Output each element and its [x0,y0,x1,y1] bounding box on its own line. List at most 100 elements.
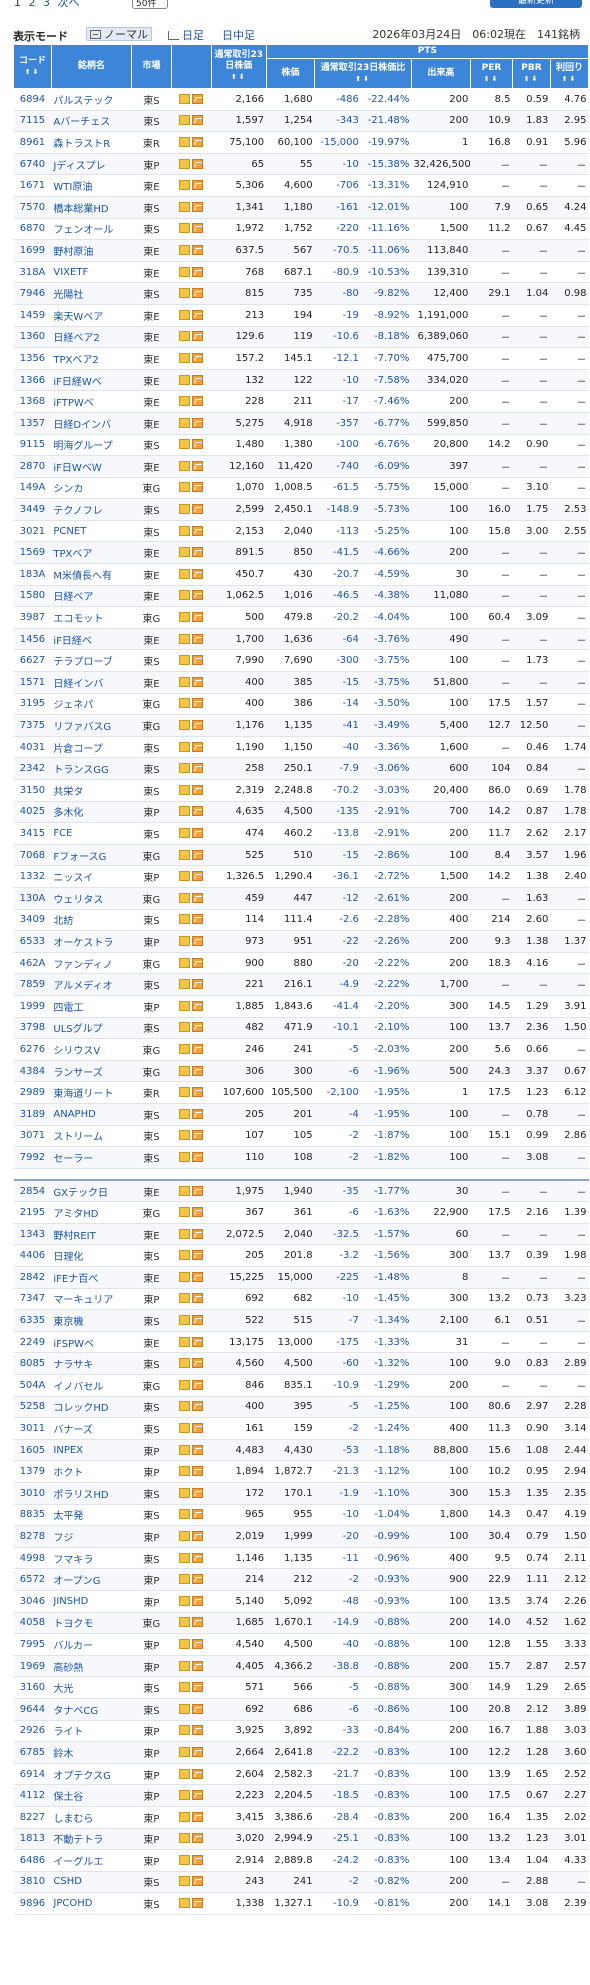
page-2-link[interactable]: 2 [29,0,36,9]
table-row[interactable]: 7375 リファバスG 東G 1,176 1,135 -41 -3.49% 5,400 12.7… [13,714,589,737]
chart-icon[interactable] [192,1250,204,1261]
stock-code-link[interactable]: 130A [13,887,52,910]
table-row[interactable]: 1332 ニッスイ 東P 1,326.5 1,290.4 -36.1 -2.72% 1,500… [13,865,589,888]
chart-icon[interactable] [192,1043,204,1054]
book-icon[interactable] [179,460,191,471]
table-row[interactable]: 3810 CSHD 東S 243 241 -2 -0.82% 200 － 2.88 － [13,1871,589,1894]
stock-name-link[interactable]: 光陽社 [51,282,132,305]
stock-code-link[interactable]: 149A [13,477,52,500]
book-icon[interactable] [179,1682,191,1693]
chart-icon[interactable] [192,1108,204,1119]
chart-icon[interactable] [192,201,204,212]
stock-name-link[interactable]: オーケストラ [51,930,132,953]
book-icon[interactable] [179,1725,191,1736]
table-row[interactable]: 3189 ANAPHD 東S 205 201 -4 -1.95% 100 － 0.78 － [13,1103,589,1126]
stock-code-link[interactable]: 3160 [13,1676,52,1699]
stock-name-link[interactable]: 北紡 [51,909,132,932]
stock-code-link[interactable]: 1671 [13,174,52,197]
chart-icon[interactable] [192,1833,204,1844]
table-row[interactable]: 462A ファンディノ 東G 900 880 -20 -2.22% 200 18.3 4.16 － [13,952,589,975]
book-icon[interactable] [179,1271,191,1282]
table-row[interactable]: 2854 GXテック日 東E 1,975 1,940 -35 -1.77% 30 －－－ [13,1180,589,1203]
next-page-link[interactable]: 次へ [58,0,80,9]
stock-name-link[interactable]: コレックHD [51,1396,132,1419]
book-icon[interactable] [179,115,191,126]
header-pbr[interactable]: PBR ⬆⬇ [512,58,551,89]
table-row[interactable]: 4025 多木化 東P 4,635 4,500 -135 -2.91% 700 14.2 0.87… [13,801,589,824]
chart-icon[interactable] [192,935,204,946]
chart-icon[interactable] [192,547,204,558]
stock-name-link[interactable]: リファバスG [51,714,132,737]
chart-icon[interactable] [192,957,204,968]
stock-name-link[interactable]: ホクト [51,1460,132,1483]
chart-icon[interactable] [192,612,204,623]
stock-name-link[interactable]: 不動テトラ [51,1828,132,1851]
chart-icon[interactable] [192,590,204,601]
book-icon[interactable] [179,1315,191,1326]
book-icon[interactable] [179,1293,191,1304]
table-row[interactable]: 3071 ストリーム 東S 107 105 -2 -1.87% 100 15.1 0.99 2.86 [13,1125,589,1148]
book-icon[interactable] [179,720,191,731]
book-icon[interactable] [179,1574,191,1585]
chart-icon[interactable] [192,1595,204,1606]
chart-icon[interactable] [192,309,204,320]
stock-name-link[interactable]: WTI原油 [51,174,132,197]
stock-code-link[interactable]: 3010 [13,1482,52,1505]
stock-name-link[interactable]: エコモット [51,606,132,629]
table-row[interactable]: 3150 共栄タ 東S 2,319 2,248.8 -70.2 -3.03% 20,400 86… [13,779,589,802]
table-row[interactable]: 6276 シリウスV 東G 246 241 -5 -2.03% 200 5.6 0.66 － [13,1038,589,1061]
stock-name-link[interactable]: Aバーチェス [51,110,132,133]
book-icon[interactable] [179,352,191,363]
table-row[interactable]: 1671 WTI原油 東E 5,306 4,600 -706 -13.31% 124,910 －… [13,174,589,197]
book-icon[interactable] [179,655,191,666]
table-row[interactable]: 1571 日経インバ 東E 400 385 -15 -3.75% 51,800 －－－ [13,671,589,694]
header-per[interactable]: PER ⬆⬇ [469,58,514,89]
chart-icon[interactable] [192,741,204,752]
book-icon[interactable] [179,1043,191,1054]
stock-code-link[interactable]: 5258 [13,1396,52,1419]
table-row[interactable]: 2870 iF日WベＷ 東E 12,160 11,420 -740 -6.09% 397 －－－ [13,455,589,478]
chart-icon[interactable] [192,1660,204,1671]
chart-icon[interactable] [192,763,204,774]
book-icon[interactable] [179,1509,191,1520]
book-icon[interactable] [179,892,191,903]
stock-name-link[interactable]: 鈴木 [51,1741,132,1764]
book-icon[interactable] [179,374,191,385]
chart-icon[interactable] [192,1617,204,1628]
table-row[interactable]: 8227 しまむら 東P 3,415 3,386.6 -28.4 -0.83% 200 16.4… [13,1806,589,1829]
stock-code-link[interactable]: 1571 [13,671,52,694]
chart-icon[interactable] [192,439,204,450]
book-icon[interactable] [179,1768,191,1779]
header-yield[interactable]: 利回り ⬆⬇ [549,58,590,89]
stock-code-link[interactable]: 2870 [13,455,52,478]
table-row[interactable]: 7068 FフォースG 東G 525 510 -15 -2.86% 100 8.4 3.57 1.9… [13,844,589,867]
chart-icon[interactable] [192,1000,204,1011]
stock-code-link[interactable]: 7946 [13,282,52,305]
stock-name-link[interactable]: トヨクモ [51,1612,132,1635]
stock-code-link[interactable]: 7068 [13,844,52,867]
stock-code-link[interactable]: 3195 [13,693,52,716]
book-icon[interactable] [179,935,191,946]
book-icon[interactable] [179,1595,191,1606]
chart-icon[interactable] [192,525,204,536]
stock-name-link[interactable]: フジ [51,1525,132,1548]
chart-icon[interactable] [192,417,204,428]
chart-icon[interactable] [192,784,204,795]
chart-icon[interactable] [192,288,204,299]
stock-code-link[interactable]: 3189 [13,1103,52,1126]
stock-code-link[interactable]: 6870 [13,218,52,241]
stock-name-link[interactable]: オプテクスG [51,1763,132,1786]
stock-code-link[interactable]: 1699 [13,239,52,262]
stock-name-link[interactable]: INPEX [51,1439,132,1462]
stock-name-link[interactable]: iF日経ベ [51,628,132,651]
chart-icon[interactable] [192,223,204,234]
table-row[interactable]: 1379 ホクト 東P 1,894 1,872.7 -21.3 -1.12% 100 10.2 0… [13,1460,589,1483]
book-icon[interactable] [179,1790,191,1801]
stock-code-link[interactable]: 6785 [13,1741,52,1764]
stock-code-link[interactable]: 7375 [13,714,52,737]
stock-name-link[interactable]: 保土谷 [51,1784,132,1807]
table-row[interactable]: 7115 Aバーチェス 東S 1,597 1,254 -343 -21.48% 200 10.9… [13,110,589,133]
stock-name-link[interactable]: トランスGG [51,757,132,780]
per-page-select[interactable]: 50件 [132,0,168,9]
stock-name-link[interactable]: FフォースG [51,844,132,867]
